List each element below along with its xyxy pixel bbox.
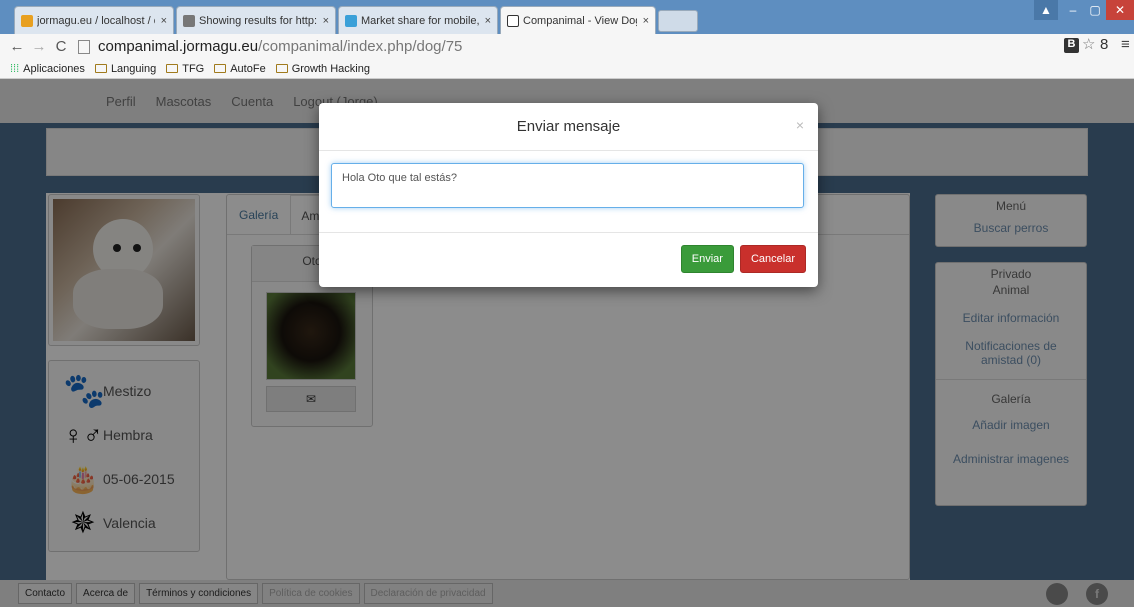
bootstrap-extension-icon[interactable]: B xyxy=(1064,38,1079,53)
page-icon xyxy=(78,39,90,54)
reload-icon[interactable]: C xyxy=(50,38,72,55)
bookmark-folder[interactable]: Growth Hacking xyxy=(275,63,370,75)
bookmark-folder[interactable]: Languing xyxy=(94,63,156,75)
close-icon[interactable]: × xyxy=(796,117,804,133)
close-icon[interactable]: × xyxy=(323,15,329,27)
maximize-icon[interactable]: ▢ xyxy=(1084,0,1106,20)
send-message-modal: Enviar mensaje × Hola Oto que tal estás?… xyxy=(319,103,818,287)
back-icon[interactable]: ← xyxy=(6,38,28,55)
close-window-icon[interactable]: ✕ xyxy=(1106,0,1134,20)
browser-tab[interactable]: jormagu.eu / localhost / c × xyxy=(14,6,174,34)
user-icon[interactable]: ▲ xyxy=(1034,0,1058,20)
cancel-button[interactable]: Cancelar xyxy=(739,245,806,273)
paw-icon xyxy=(507,15,519,27)
folder-icon xyxy=(94,64,107,73)
menu-icon[interactable]: ≡ xyxy=(1121,36,1130,53)
browser-tab[interactable]: Market share for mobile, l × xyxy=(338,6,498,34)
modal-title: Enviar mensaje xyxy=(516,118,621,135)
close-icon[interactable]: × xyxy=(161,15,167,27)
folder-icon xyxy=(214,64,227,73)
star-icon[interactable]: ☆ xyxy=(1082,35,1095,53)
bookmark-folder[interactable]: TFG xyxy=(166,63,204,75)
folder-icon xyxy=(275,64,288,73)
forward-icon[interactable]: → xyxy=(28,38,50,55)
close-icon[interactable]: × xyxy=(485,15,491,27)
modal-header: Enviar mensaje × xyxy=(319,103,818,151)
bookmark-apps[interactable]: ⁞⁞⁞ Aplicaciones xyxy=(10,63,85,75)
browser-titlebar: jormagu.eu / localhost / c × Showing res… xyxy=(0,0,1134,35)
apps-icon: ⁞⁞⁞ xyxy=(10,62,20,75)
site-icon xyxy=(183,14,195,27)
new-tab-button[interactable] xyxy=(658,10,698,32)
phpmyadmin-icon xyxy=(21,14,33,27)
folder-icon xyxy=(166,64,179,73)
bookmarks-bar: ⁞⁞⁞ Aplicaciones Languing TFG AutoFe Grow… xyxy=(0,59,1134,79)
bookmark-folder[interactable]: AutoFe xyxy=(214,63,266,75)
close-icon[interactable]: × xyxy=(643,15,649,27)
send-button[interactable]: Enviar xyxy=(680,245,734,273)
url-field[interactable]: companimal.jormagu.eu/companimal/index.p… xyxy=(98,38,462,55)
modal-body: Hola Oto que tal estás? xyxy=(319,151,818,233)
address-bar: ← → C companimal.jormagu.eu/companimal/i… xyxy=(0,34,1134,59)
browser-tab[interactable]: Showing results for http:/ × xyxy=(176,6,336,34)
minimize-icon[interactable]: – xyxy=(1062,0,1084,20)
browser-tab-active[interactable]: Companimal - View Dog × xyxy=(500,6,656,35)
message-textarea[interactable]: Hola Oto que tal estás? xyxy=(331,163,804,208)
modal-footer: Enviar Cancelar xyxy=(319,233,818,273)
extension-icon[interactable]: 8 xyxy=(1100,36,1108,53)
site-icon xyxy=(345,14,357,27)
